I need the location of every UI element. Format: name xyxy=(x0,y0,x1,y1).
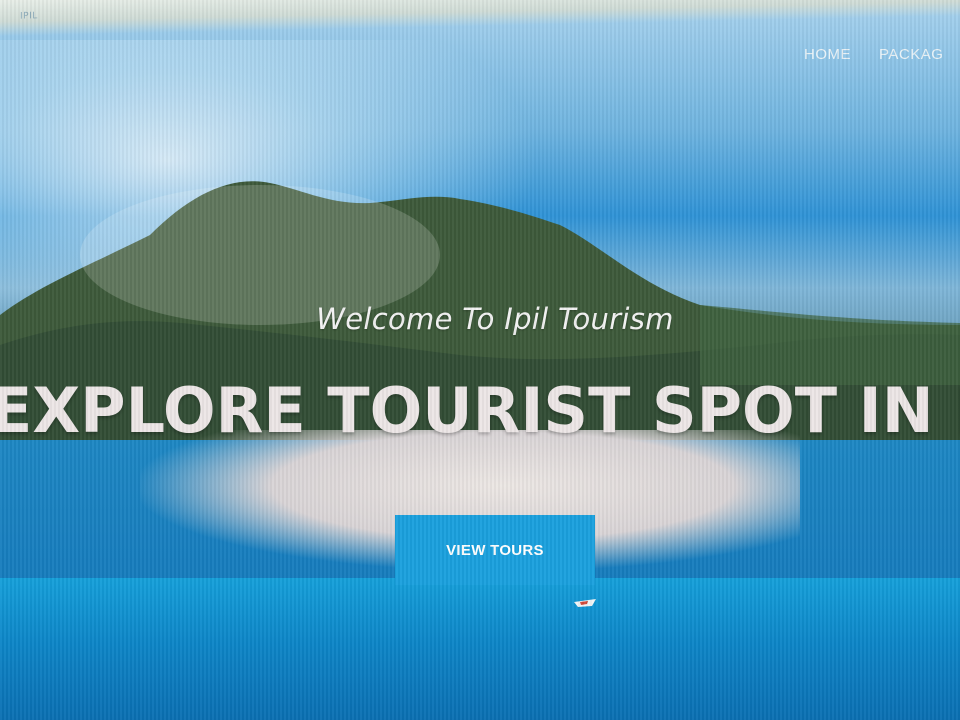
nav-packages[interactable]: PACKAG xyxy=(865,42,957,67)
main-nav: HOME PACKAG xyxy=(790,42,957,67)
hero-welcome-text: Welcome To Ipil Tourism xyxy=(316,302,674,336)
site-brand[interactable]: IPIL xyxy=(20,11,38,21)
view-tours-button[interactable]: VIEW TOURS xyxy=(395,515,595,585)
boat-icon xyxy=(574,599,596,607)
browser-viewport: IPIL HOME PACKAG Welcome To Ipil Tourism… xyxy=(0,0,960,720)
monitor-bezel: IPIL xyxy=(0,0,960,36)
hero-headline: EXPLORE TOURIST SPOT IN I xyxy=(0,374,960,447)
nav-home[interactable]: HOME xyxy=(790,42,865,67)
sea-near xyxy=(0,578,960,720)
